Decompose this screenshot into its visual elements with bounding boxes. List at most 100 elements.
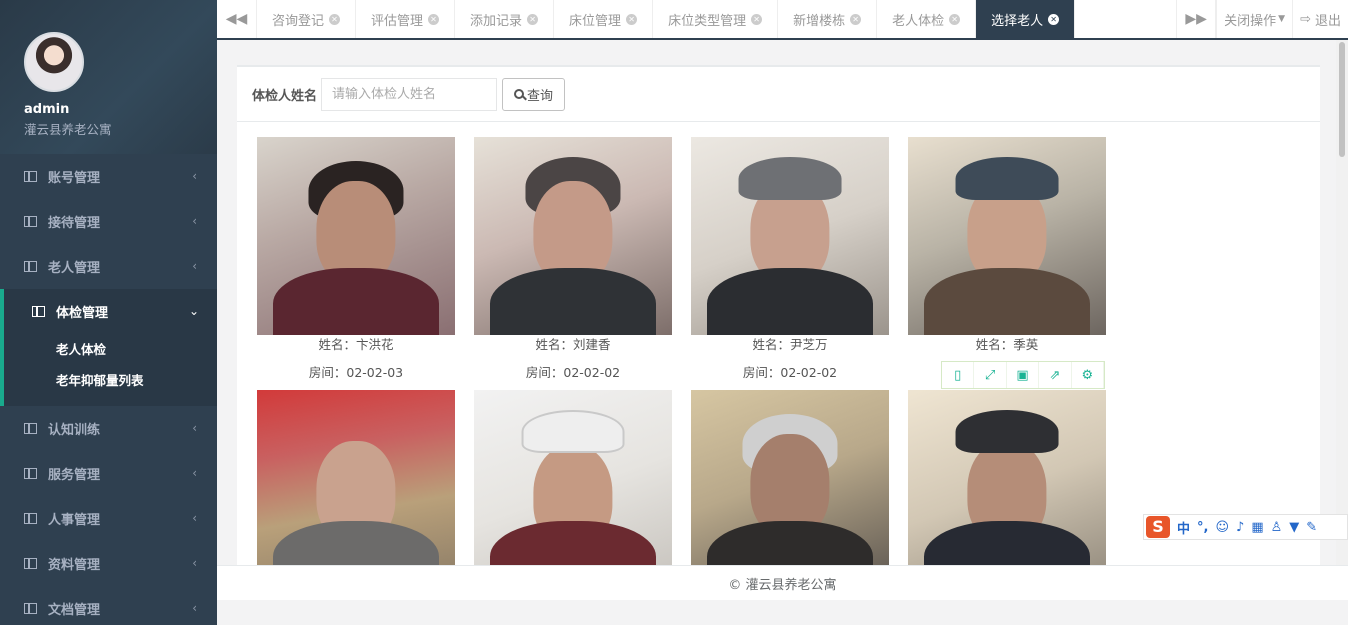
hat-shape	[955, 409, 1059, 454]
content-area: 体检人姓名 查询 姓名：卞洪花 房间：02-02-03 姓名：刘建香 房间：02…	[217, 40, 1348, 588]
logout-label: 退出	[1314, 13, 1341, 29]
sign-out-icon: ⇨	[1300, 11, 1311, 27]
avatar[interactable]	[24, 32, 84, 92]
wrench-icon[interactable]: ✎	[1306, 520, 1317, 535]
nav-item-checkup[interactable]: 体检管理 ⌄	[4, 289, 217, 334]
tab-new-building[interactable]: 新增楼栋 ✕	[778, 0, 878, 38]
user-name[interactable]: admin	[24, 102, 217, 117]
ime-mode-toggle[interactable]: 中	[1177, 518, 1190, 537]
tab-bed-type[interactable]: 床位类型管理 ✕	[653, 0, 779, 38]
close-icon[interactable]: ✕	[626, 13, 638, 25]
tab-label: 新增楼栋	[793, 13, 846, 29]
nav-label: 服务管理	[48, 468, 101, 483]
user-profile: admin 灌云县养老公寓	[0, 0, 217, 154]
chevron-left-icon: ‹	[192, 169, 197, 183]
elderly-photo[interactable]	[691, 137, 889, 335]
save-icon[interactable]: ▣	[1007, 362, 1040, 388]
chevron-left-icon: ‹	[192, 601, 197, 615]
chevron-left-icon: ‹	[192, 556, 197, 570]
vertical-scrollbar[interactable]	[1336, 40, 1348, 565]
tab-label: 床位管理	[569, 13, 622, 29]
search-bar: 体检人姓名 查询	[237, 67, 1320, 122]
elderly-card[interactable]	[908, 390, 1106, 588]
shirt-icon[interactable]: ▼	[1289, 520, 1299, 535]
nav-label: 文档管理	[48, 603, 101, 618]
query-button[interactable]: 查询	[502, 77, 566, 111]
ime-toolbar: S 中 °, ☺ ♪ ▦ ♙ ▼ ✎	[1143, 514, 1348, 540]
elderly-photo[interactable]	[908, 137, 1106, 335]
elderly-card[interactable]	[474, 390, 672, 588]
share-icon[interactable]: ⇗	[1039, 362, 1072, 388]
nav-item-materials[interactable]: 资料管理 ‹	[0, 541, 217, 586]
tab-assessment[interactable]: 评估管理 ✕	[356, 0, 456, 38]
microphone-icon[interactable]: ♪	[1236, 520, 1244, 535]
tab-bed[interactable]: 床位管理 ✕	[554, 0, 654, 38]
chevron-left-icon: ‹	[192, 421, 197, 435]
close-icon[interactable]: ✕	[527, 13, 539, 25]
elderly-card[interactable]: 姓名：卞洪花 房间：02-02-03	[257, 137, 455, 381]
chevron-left-icon: ‹	[192, 511, 197, 525]
nav-item-service[interactable]: 服务管理 ‹	[0, 451, 217, 496]
nav-group-checkup: 体检管理 ⌄ 老人体检 老年抑郁量列表	[0, 289, 217, 406]
close-icon[interactable]: ✕	[1048, 13, 1060, 25]
elderly-card[interactable]: 姓名：尹芝万 房间：02-02-02	[691, 137, 889, 381]
elderly-card[interactable]: 姓名：季英	[908, 137, 1106, 362]
elderly-photo[interactable]	[908, 390, 1106, 588]
tab-elderly-checkup[interactable]: 老人体检 ✕	[877, 0, 977, 38]
submenu-item-elderly-checkup[interactable]: 老人体检	[56, 334, 217, 365]
tab-scroll-right-button[interactable]: ▶▶	[1176, 0, 1217, 38]
gear-icon[interactable]: ⚙	[1072, 362, 1105, 388]
elderly-photo[interactable]	[474, 390, 672, 588]
keyboard-icon[interactable]: ▦	[1251, 520, 1263, 535]
mobile-icon[interactable]: ▯	[942, 362, 975, 388]
tab-scroll-left-button[interactable]: ◀◀	[217, 0, 257, 38]
elderly-card[interactable]	[691, 390, 889, 588]
nav-item-elderly[interactable]: 老人管理 ‹	[0, 244, 217, 289]
elderly-card[interactable]: 姓名：刘建香 房间：02-02-02	[474, 137, 672, 381]
punctuation-icon[interactable]: °,	[1197, 520, 1208, 535]
hat-shape	[521, 409, 625, 454]
emoji-icon[interactable]: ☺	[1215, 520, 1229, 535]
tab-label: 添加记录	[470, 13, 523, 29]
columns-icon	[24, 468, 37, 479]
close-icon[interactable]: ✕	[850, 13, 862, 25]
tab-consult[interactable]: 咨询登记 ✕	[257, 0, 357, 38]
close-icon[interactable]: ✕	[751, 13, 763, 25]
close-ops-dropdown[interactable]: 关闭操作 ▼	[1216, 0, 1292, 38]
nav-label: 资料管理	[48, 558, 101, 573]
hat-shape	[955, 156, 1059, 201]
tab-select-elderly[interactable]: 选择老人 ✕	[976, 0, 1076, 38]
nav-item-reception[interactable]: 接待管理 ‹	[0, 199, 217, 244]
columns-icon	[24, 603, 37, 614]
nav-item-cognitive[interactable]: 认知训练 ‹	[0, 406, 217, 451]
elderly-card[interactable]	[257, 390, 455, 588]
nav-label: 老人管理	[48, 261, 101, 276]
close-icon[interactable]: ✕	[949, 13, 961, 25]
elderly-photo[interactable]	[691, 390, 889, 588]
close-icon[interactable]: ✕	[428, 13, 440, 25]
nav-item-documents[interactable]: 文档管理 ‹	[0, 586, 217, 625]
columns-icon	[24, 558, 37, 569]
ime-logo[interactable]: S	[1146, 516, 1170, 538]
nav-item-hr[interactable]: 人事管理 ‹	[0, 496, 217, 541]
user-icon[interactable]: ♙	[1271, 520, 1283, 535]
scrollbar-thumb[interactable]	[1339, 42, 1345, 157]
user-org: 灌云县养老公寓	[24, 122, 112, 137]
body-shape	[272, 267, 440, 335]
tab-actions: ▶▶ 关闭操作 ▼ ⇨ 退出	[1176, 0, 1348, 38]
elderly-photo[interactable]	[257, 390, 455, 588]
close-icon[interactable]: ✕	[329, 13, 341, 25]
tab-label: 评估管理	[371, 13, 424, 29]
elderly-photo[interactable]	[474, 137, 672, 335]
elderly-photo[interactable]	[257, 137, 455, 335]
body-shape	[489, 267, 657, 335]
elderly-name: 姓名：尹芝万	[752, 337, 828, 352]
columns-icon	[24, 261, 37, 272]
logout-button[interactable]: ⇨ 退出	[1292, 0, 1348, 38]
submenu-item-depression-scale[interactable]: 老年抑郁量列表	[56, 365, 217, 396]
nav-item-account[interactable]: 账号管理 ‹	[0, 154, 217, 199]
expand-icon[interactable]: ⤢	[974, 362, 1007, 388]
chevron-left-icon: ‹	[192, 466, 197, 480]
name-search-input[interactable]	[321, 77, 498, 111]
tab-add-record[interactable]: 添加记录 ✕	[455, 0, 555, 38]
